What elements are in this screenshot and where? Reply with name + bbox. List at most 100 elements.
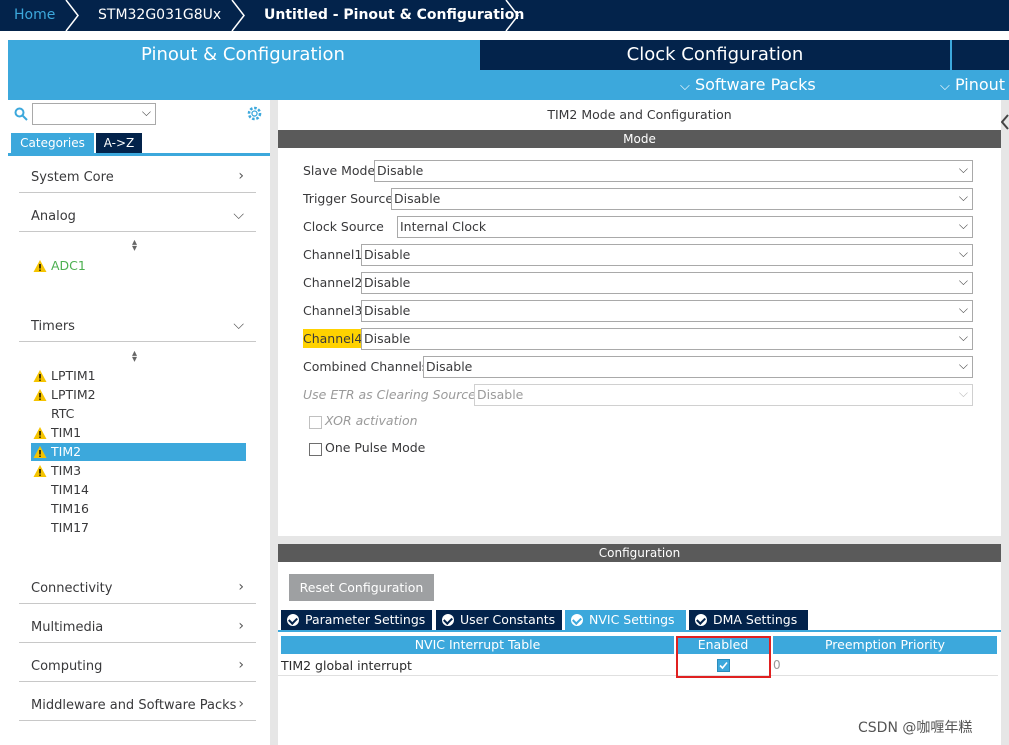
category-label: Connectivity bbox=[31, 581, 113, 596]
select-value: Disable bbox=[394, 191, 441, 206]
category-connectivity[interactable]: Connectivity › bbox=[19, 577, 256, 604]
scrollbar[interactable] bbox=[1001, 100, 1009, 745]
chevron-down-icon: ⌵ bbox=[958, 386, 968, 400]
item-label: TIM1 bbox=[51, 425, 82, 440]
chevron-down-icon: ⌵ bbox=[233, 317, 244, 333]
chevron-right-icon: › bbox=[238, 657, 244, 673]
tab-categories[interactable]: Categories bbox=[11, 133, 94, 153]
sort-icon[interactable]: ▴ ▾ bbox=[132, 349, 137, 365]
clock-source-row: Clock Source Internal Clock ⌵ bbox=[303, 216, 973, 238]
trigger-source-select[interactable]: Disable ⌵ bbox=[391, 188, 973, 210]
warning-icon bbox=[33, 370, 47, 382]
item-label: TIM16 bbox=[51, 501, 90, 516]
item-label: ADC1 bbox=[51, 258, 86, 273]
search-icon[interactable] bbox=[14, 107, 28, 121]
reset-configuration-button[interactable]: Reset Configuration bbox=[289, 574, 434, 601]
category-multimedia[interactable]: Multimedia › bbox=[19, 616, 256, 643]
channel2-label: Channel2 bbox=[303, 275, 363, 290]
etr-label: Use ETR as Clearing Source bbox=[303, 387, 476, 402]
tab-nvic-settings[interactable]: NVIC Settings bbox=[565, 610, 686, 630]
main-tabbar: Pinout & Configuration Clock Configurati… bbox=[8, 40, 1009, 100]
chevron-down-icon: ⌵ bbox=[141, 105, 151, 119]
tab-user-constants[interactable]: User Constants bbox=[436, 610, 562, 630]
tab-pinout-configuration[interactable]: Pinout & Configuration bbox=[8, 40, 478, 70]
list-item[interactable]: TIM14 bbox=[31, 481, 246, 499]
sort-icon[interactable]: ▴ ▾ bbox=[132, 238, 137, 254]
category-system-core[interactable]: System Core › bbox=[19, 166, 256, 193]
chevron-down-icon: ⌵ bbox=[958, 246, 968, 260]
category-middleware[interactable]: Middleware and Software Packs › bbox=[19, 694, 256, 721]
category-computing[interactable]: Computing › bbox=[19, 655, 256, 682]
channel2-select[interactable]: Disable ⌵ bbox=[361, 272, 973, 294]
chevron-down-icon: ⌵ bbox=[958, 218, 968, 232]
pinout-menu[interactable]: ⌵ Pinout bbox=[940, 70, 1005, 100]
item-label: TIM17 bbox=[51, 520, 90, 535]
clock-source-label: Clock Source bbox=[303, 219, 384, 234]
channel1-select[interactable]: Disable ⌵ bbox=[361, 244, 973, 266]
list-item[interactable]: LPTIM1 bbox=[31, 367, 246, 385]
check-circle-icon bbox=[442, 614, 454, 626]
chevron-down-icon: ⌵ bbox=[958, 330, 968, 344]
select-value: Disable bbox=[364, 275, 411, 290]
one-pulse-checkbox[interactable] bbox=[309, 443, 322, 456]
item-label: TIM3 bbox=[51, 463, 82, 478]
list-item[interactable]: TIM3 bbox=[31, 462, 246, 480]
category-label: System Core bbox=[31, 170, 114, 185]
tab-dma-settings[interactable]: DMA Settings bbox=[689, 610, 808, 630]
chevron-down-icon: ⌵ bbox=[940, 79, 950, 94]
combined-channels-row: Combined Channels Disable ⌵ bbox=[303, 356, 973, 378]
xor-label: XOR activation bbox=[325, 413, 418, 428]
chevron-down-icon: ⌵ bbox=[233, 207, 244, 223]
gear-icon[interactable] bbox=[246, 105, 263, 122]
search-input[interactable]: ⌵ bbox=[32, 103, 156, 125]
list-item[interactable]: TIM17 bbox=[31, 519, 246, 537]
warning-icon bbox=[33, 260, 47, 272]
tab-overflow[interactable] bbox=[952, 40, 1009, 70]
warning-icon bbox=[33, 446, 47, 458]
software-packs-menu[interactable]: ⌵ Software Packs bbox=[680, 70, 816, 100]
category-label: Multimedia bbox=[31, 620, 104, 635]
category-label: Middleware and Software Packs bbox=[31, 698, 237, 713]
tab-parameter-settings[interactable]: Parameter Settings bbox=[281, 610, 432, 630]
clock-source-select[interactable]: Internal Clock ⌵ bbox=[397, 216, 973, 238]
category-label: Analog bbox=[31, 209, 76, 224]
breadcrumb-home[interactable]: Home bbox=[14, 0, 55, 31]
one-pulse-label: One Pulse Mode bbox=[325, 440, 426, 455]
list-item[interactable]: LPTIM2 bbox=[31, 386, 246, 404]
combined-channels-select[interactable]: Disable ⌵ bbox=[423, 356, 973, 378]
chevron-left-icon[interactable] bbox=[1001, 114, 1009, 130]
list-item-selected[interactable]: TIM2 bbox=[31, 443, 246, 461]
chevron-right-icon: › bbox=[238, 168, 244, 184]
header-nvic-interrupt-table[interactable]: NVIC Interrupt Table bbox=[281, 636, 674, 654]
channel4-select[interactable]: Disable ⌵ bbox=[361, 328, 973, 350]
channel3-label: Channel3 bbox=[303, 303, 363, 318]
chevron-down-icon: ⌵ bbox=[680, 79, 690, 94]
item-label: LPTIM2 bbox=[51, 387, 96, 402]
tab-a-z[interactable]: A->Z bbox=[96, 133, 142, 153]
category-timers[interactable]: Timers ⌵ bbox=[19, 315, 256, 342]
left-panel: ⌵ Categories A->Z System Core › Analog ⌵ ▴… bbox=[8, 100, 278, 745]
chevron-right-icon: › bbox=[238, 696, 244, 712]
slave-mode-select[interactable]: Disable ⌵ bbox=[374, 160, 973, 182]
breadcrumb-device[interactable]: STM32G031G8Ux bbox=[98, 0, 221, 31]
tab-underline bbox=[278, 630, 1001, 632]
table-row[interactable]: TIM2 global interrupt 0 bbox=[278, 656, 998, 676]
chevron-down-icon: ⌵ bbox=[958, 190, 968, 204]
header-preemption-priority[interactable]: Preemption Priority bbox=[773, 636, 997, 654]
list-item[interactable]: RTC bbox=[31, 405, 246, 423]
list-item[interactable]: ADC1 bbox=[31, 257, 246, 275]
list-item[interactable]: TIM16 bbox=[31, 500, 246, 518]
chevron-right-icon: › bbox=[238, 618, 244, 634]
list-item[interactable]: TIM1 bbox=[31, 424, 246, 442]
check-circle-icon bbox=[695, 614, 707, 626]
select-value: Disable bbox=[477, 387, 524, 402]
item-label: TIM2 bbox=[51, 444, 82, 459]
category-analog[interactable]: Analog ⌵ bbox=[19, 205, 256, 232]
chevron-right-icon: › bbox=[238, 579, 244, 595]
breadcrumb-project[interactable]: Untitled - Pinout & Configuration bbox=[264, 0, 524, 31]
chevron-down-icon: ⌵ bbox=[958, 274, 968, 288]
select-value: Disable bbox=[377, 163, 424, 178]
tab-label: Parameter Settings bbox=[305, 612, 426, 627]
tab-clock-configuration[interactable]: Clock Configuration bbox=[480, 40, 950, 70]
channel3-select[interactable]: Disable ⌵ bbox=[361, 300, 973, 322]
